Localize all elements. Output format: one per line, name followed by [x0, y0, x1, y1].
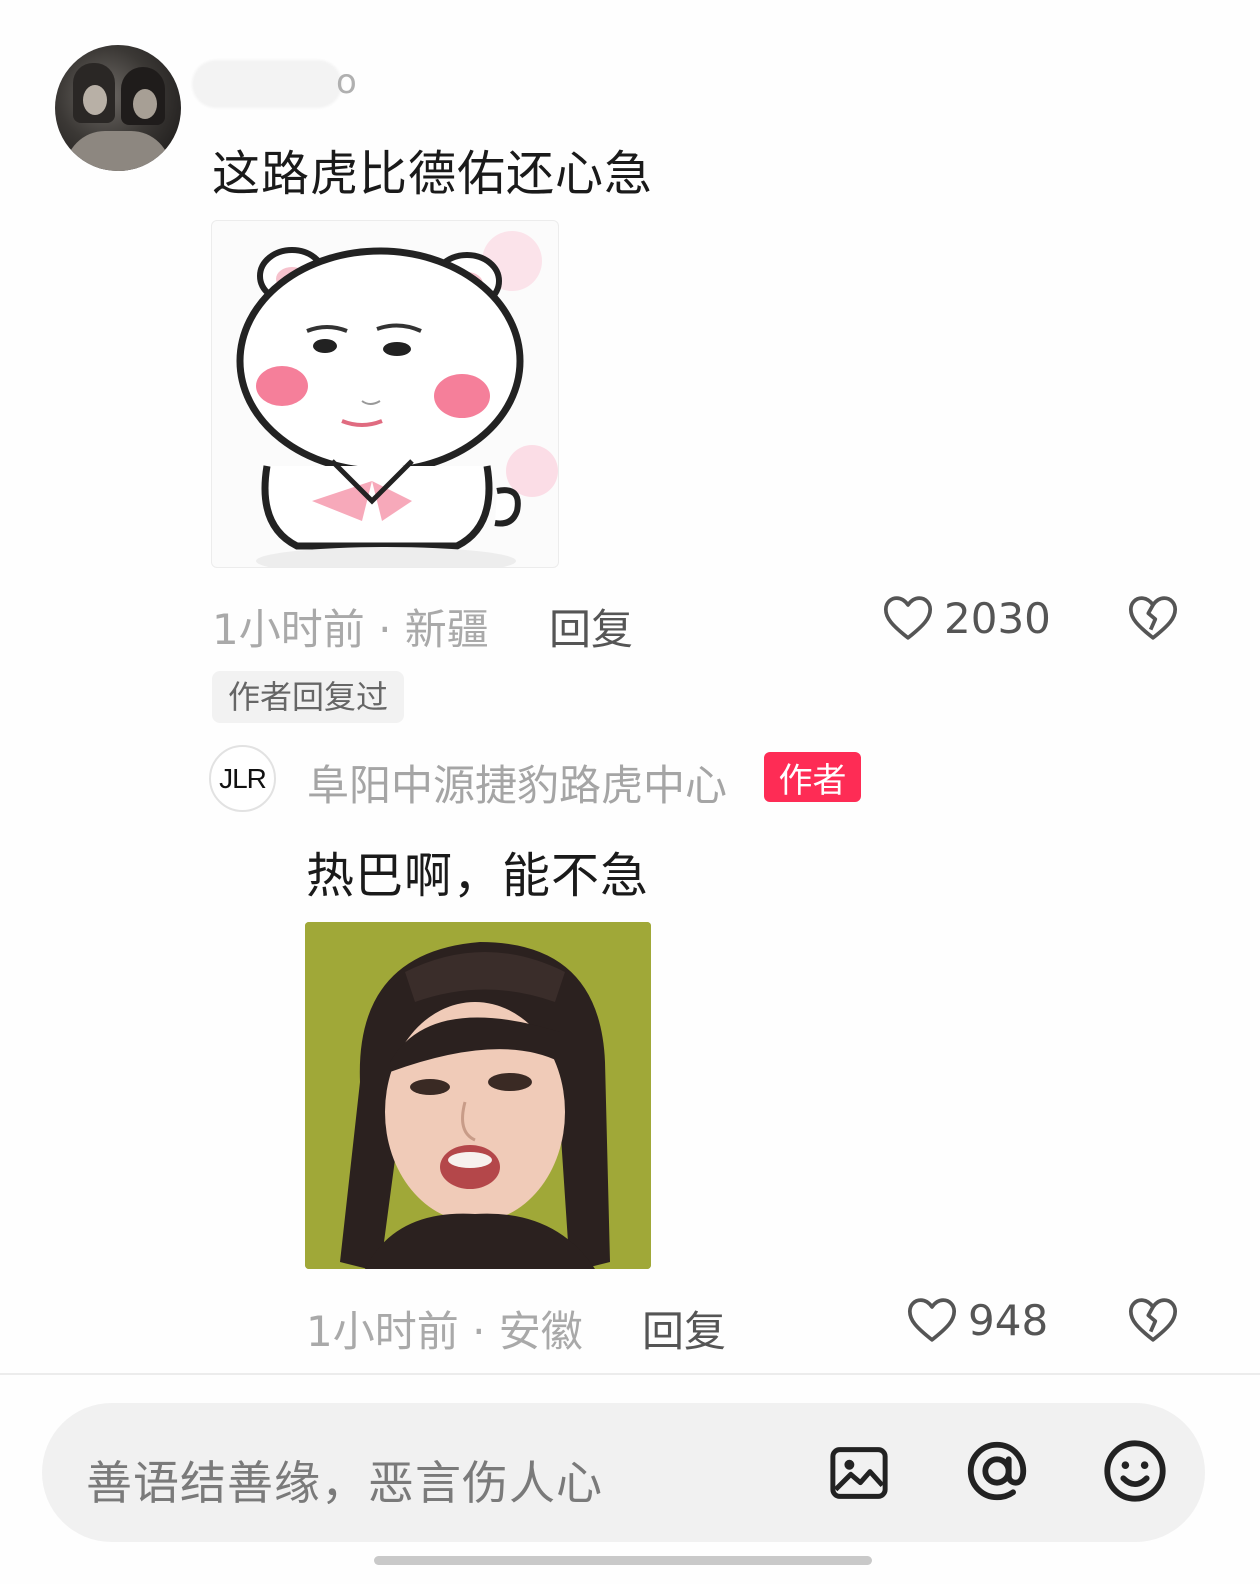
- like-count: 2030: [944, 593, 1051, 643]
- comment-text: 这路虎比德佑还心急: [212, 146, 654, 202]
- at-icon: [967, 1441, 1027, 1501]
- username-suffix: o: [336, 62, 357, 102]
- comment-input-placeholder[interactable]: 善语结善缘，恶言伤人心: [86, 1447, 603, 1513]
- emoji-icon: [1104, 1440, 1166, 1502]
- reply-time-location: 1小时前 · 安徽: [306, 1307, 583, 1356]
- divider: [0, 1373, 1260, 1375]
- broken-heart-icon: [1128, 596, 1178, 640]
- username-redacted[interactable]: [192, 60, 342, 108]
- dislike-button[interactable]: [1125, 590, 1181, 646]
- girl-sticker-image[interactable]: [305, 922, 651, 1269]
- comment-thread-screen: o 这路虎比德佑还心急 1小时前 · 新疆 回复 2030 作者回复过 JLR …: [0, 0, 1260, 1584]
- mention-button[interactable]: [962, 1436, 1032, 1506]
- user-avatar[interactable]: [55, 45, 181, 171]
- author-avatar[interactable]: JLR: [209, 745, 276, 812]
- heart-icon: [907, 1298, 957, 1342]
- image-icon: [830, 1447, 888, 1499]
- heart-icon: [883, 596, 933, 640]
- like-button[interactable]: 2030: [880, 590, 1051, 646]
- reply-like-button[interactable]: 948: [904, 1292, 1048, 1348]
- emoji-button[interactable]: [1100, 1436, 1170, 1506]
- reply-button[interactable]: 回复: [549, 596, 633, 657]
- image-button[interactable]: [824, 1438, 894, 1508]
- bear-sticker-image[interactable]: [211, 220, 559, 568]
- home-indicator[interactable]: [374, 1556, 872, 1565]
- author-replied-tag[interactable]: 作者回复过: [212, 671, 405, 723]
- author-badge: 作者: [764, 752, 861, 802]
- comment-time-location: 1小时前 · 新疆: [212, 605, 489, 654]
- reply-like-count: 948: [968, 1295, 1049, 1345]
- author-username[interactable]: 阜阳中源捷豹路虎中心: [307, 752, 727, 813]
- reply-text: 热巴啊，能不急: [306, 848, 650, 904]
- reply-dislike-button[interactable]: [1125, 1292, 1181, 1348]
- broken-heart-icon: [1128, 1298, 1178, 1342]
- reply-to-reply-button[interactable]: 回复: [642, 1298, 726, 1359]
